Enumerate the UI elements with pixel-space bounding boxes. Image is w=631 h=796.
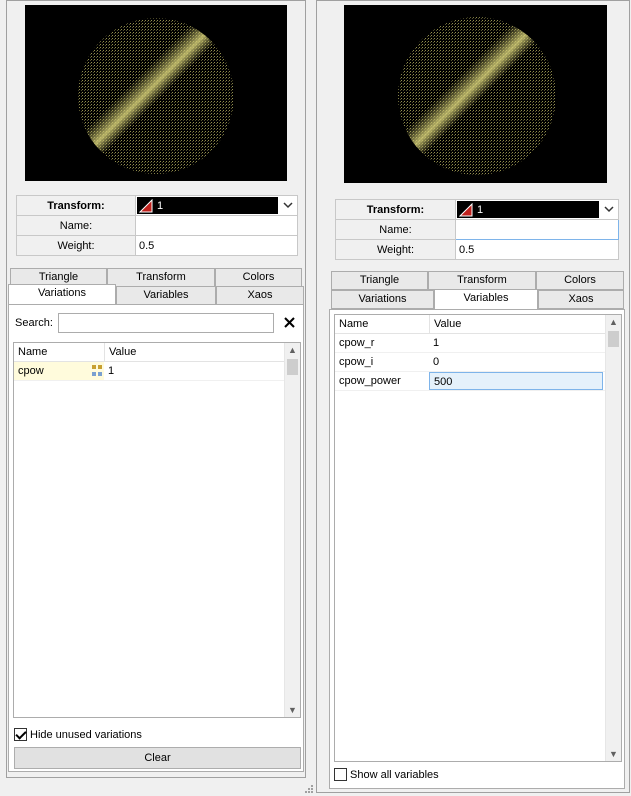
left-editor-panel: Transform: 1 Name: Weight: 0.5 Triangle … xyxy=(6,0,306,778)
weight-label: Weight: xyxy=(16,235,136,256)
tab-row-2: Variations Variables Xaos xyxy=(8,284,304,305)
transform-label: Transform: xyxy=(335,199,456,220)
weight-label: Weight: xyxy=(335,239,456,260)
hide-unused-row[interactable]: Hide unused variations xyxy=(14,728,142,741)
hide-unused-label: Hide unused variations xyxy=(30,728,142,741)
fractal-disc-image xyxy=(78,18,234,174)
table-row[interactable]: cpow_i 0 xyxy=(335,353,621,372)
show-all-row[interactable]: Show all variables xyxy=(334,768,439,781)
table-row[interactable]: cpow_power 500 xyxy=(335,372,621,391)
variable-value[interactable]: 0 xyxy=(429,353,605,371)
tab-xaos[interactable]: Xaos xyxy=(216,286,304,305)
variation-name-cell[interactable]: cpow xyxy=(14,362,104,380)
fractal-preview xyxy=(344,5,607,183)
scroll-up-icon[interactable]: ▲ xyxy=(606,315,621,329)
dropdown-arrow-icon[interactable] xyxy=(600,200,618,219)
variations-tab-body: Search: Name Value cpow 1 ▲ ▼ Hide unuse… xyxy=(8,304,304,772)
tab-variations[interactable]: Variations xyxy=(8,284,116,305)
variations-grid: Name Value cpow 1 ▲ ▼ xyxy=(13,342,301,718)
table-row[interactable]: cpow 1 xyxy=(14,362,300,381)
dropdown-arrow-icon[interactable] xyxy=(279,196,297,215)
tab-triangle[interactable]: Triangle xyxy=(331,271,428,290)
tab-variations[interactable]: Variations xyxy=(331,290,434,309)
transform-form: Transform: 1 Name: Weight: 0.5 xyxy=(335,199,619,260)
name-label: Name: xyxy=(16,215,136,236)
tab-xaos[interactable]: Xaos xyxy=(538,290,624,309)
table-row[interactable]: cpow_r 1 xyxy=(335,334,621,353)
transform-label: Transform: xyxy=(16,195,136,216)
search-label: Search: xyxy=(15,317,53,329)
grid-scrollbar[interactable]: ▲ ▼ xyxy=(284,343,300,717)
fractal-disc-image xyxy=(398,17,556,175)
name-field[interactable] xyxy=(135,215,298,236)
column-value-header: Value xyxy=(104,343,284,361)
transform-select[interactable]: 1 xyxy=(457,201,599,218)
grid-header: Name Value xyxy=(335,315,621,334)
fractal-preview xyxy=(25,5,287,181)
variable-value[interactable]: 1 xyxy=(429,334,605,352)
tab-row-1: Triangle Transform Colors xyxy=(331,271,624,290)
tab-colors[interactable]: Colors xyxy=(536,271,624,290)
show-all-checkbox[interactable] xyxy=(334,768,347,781)
grid-header: Name Value xyxy=(14,343,300,362)
transform-select[interactable]: 1 xyxy=(137,197,278,214)
variable-name: cpow_r xyxy=(339,337,375,349)
variables-grid: Name Value cpow_r 1 cpow_i 0 cpow_power … xyxy=(334,314,622,762)
tab-variables[interactable]: Variables xyxy=(434,289,538,310)
search-input[interactable] xyxy=(58,313,274,333)
tab-row-2: Variations Variables Xaos xyxy=(331,289,624,310)
weight-field[interactable]: 0.5 xyxy=(455,239,619,260)
column-name-header: Name xyxy=(339,318,369,330)
scroll-down-icon[interactable]: ▼ xyxy=(285,703,300,717)
scroll-down-icon[interactable]: ▼ xyxy=(606,747,621,761)
hide-unused-checkbox[interactable] xyxy=(14,728,27,741)
tab-variables[interactable]: Variables xyxy=(116,286,216,305)
variable-value-editing[interactable]: 500 xyxy=(429,372,603,390)
transform-selected: 1 xyxy=(157,199,164,212)
transform-selected: 1 xyxy=(477,203,484,216)
triangle-icon xyxy=(459,202,473,216)
variable-name: cpow_power xyxy=(339,375,401,387)
column-name-header: Name xyxy=(18,346,48,358)
name-field[interactable] xyxy=(455,219,619,240)
right-editor-panel: Transform: 1 Name: Weight: 0.5 Triangle … xyxy=(316,0,630,793)
show-all-label: Show all variables xyxy=(350,768,439,781)
resize-grip-icon[interactable] xyxy=(304,784,314,794)
triangle-icon xyxy=(139,198,153,212)
variation-preview-icon xyxy=(92,365,102,376)
column-value-header: Value xyxy=(429,315,605,333)
scroll-thumb[interactable] xyxy=(287,359,298,375)
close-icon[interactable] xyxy=(284,317,295,328)
name-label: Name: xyxy=(335,219,456,240)
variation-value[interactable]: 1 xyxy=(104,362,282,380)
tab-transform[interactable]: Transform xyxy=(428,271,536,290)
weight-field[interactable]: 0.5 xyxy=(135,235,298,256)
variable-name: cpow_i xyxy=(339,356,374,368)
clear-button[interactable]: Clear xyxy=(14,747,301,769)
status-strip xyxy=(0,780,316,796)
scroll-up-icon[interactable]: ▲ xyxy=(285,343,300,357)
variables-tab-body: Name Value cpow_r 1 cpow_i 0 cpow_power … xyxy=(329,309,625,789)
transform-form: Transform: 1 Name: Weight: 0.5 xyxy=(16,195,298,256)
variation-name: cpow xyxy=(18,365,44,377)
grid-scrollbar[interactable]: ▲ ▼ xyxy=(605,315,621,761)
scroll-thumb[interactable] xyxy=(608,331,619,347)
